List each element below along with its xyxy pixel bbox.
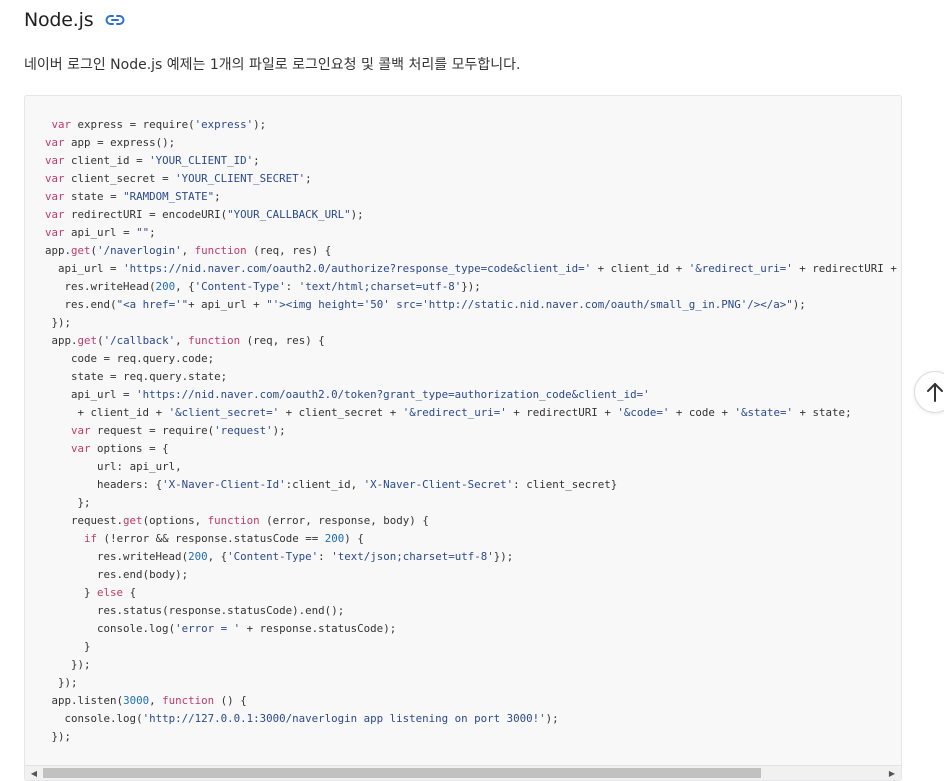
code-line: if (!error && response.statusCode == 200… (84, 532, 364, 545)
code-line: console.log('http://127.0.0.1:3000/naver… (64, 712, 559, 725)
code-line: res.end(body); (97, 568, 189, 581)
code-line: request.get(options, function (error, re… (71, 514, 429, 527)
code-line: console.log('error = ' + response.status… (97, 622, 397, 635)
code-viewport[interactable]: var express = require('express'); var app… (25, 96, 901, 766)
intro-text: 네이버 로그인 Node.js 예제는 1개의 파일로 로그인요청 및 콜백 처… (24, 57, 521, 73)
code-line: } (84, 640, 91, 653)
code-line: app.get('/callback', function (req, res)… (51, 334, 325, 347)
code-line: api_url = 'https://nid.naver.com/oauth2.… (71, 388, 650, 401)
code-line: + client_id + '&client_secret=' + client… (77, 406, 852, 419)
code-line: var app = express(); (45, 136, 176, 149)
code-line: state = req.query.state; (71, 370, 228, 383)
code-line: headers: {'X-Naver-Client-Id':client_id,… (97, 478, 618, 491)
code-line: var express = require('express'); (51, 118, 267, 131)
code-line: var request = require('request'); (71, 424, 286, 437)
code-line: app.listen(3000, function () { (51, 694, 247, 707)
code-line: res.status(response.statusCode).end(); (97, 604, 345, 617)
code-block: var express = require('express'); var app… (24, 95, 902, 781)
code-line: }; (77, 496, 91, 509)
code-line: }); (71, 658, 91, 671)
scroll-right-arrow-icon[interactable]: ▶ (885, 767, 899, 779)
code-line: var client_secret = 'YOUR_CLIENT_SECRET'… (45, 172, 312, 185)
code-line: url: api_url, (97, 460, 182, 473)
code-line: app.get('/naverlogin', function (req, re… (45, 244, 332, 257)
code-line: api_url = 'https://nid.naver.com/oauth2.… (58, 262, 897, 275)
code-line: var options = { (71, 442, 169, 455)
section-heading: Node.js (24, 6, 125, 34)
code-line: var state = "RAMDOM_STATE"; (45, 190, 221, 203)
link-icon[interactable] (105, 13, 125, 27)
code-line: res.end("<a href='"+ api_url + "'><img h… (64, 298, 806, 311)
scroll-to-top-button[interactable] (914, 371, 944, 413)
code-content: var express = require('express'); var app… (25, 96, 901, 746)
code-line: }); (58, 676, 78, 689)
code-line: var redirectURI = encodeURI("YOUR_CALLBA… (45, 208, 364, 221)
code-line: }); (51, 316, 72, 329)
code-line: var client_id = 'YOUR_CLIENT_ID'; (45, 154, 260, 167)
scroll-left-arrow-icon[interactable]: ◀ (27, 767, 41, 779)
code-line: }); (51, 730, 72, 743)
page-title: Node.js (24, 9, 94, 31)
scrollbar-thumb[interactable] (43, 768, 761, 778)
code-line: res.writeHead(200, {'Content-Type': 'tex… (97, 550, 514, 563)
code-line: var api_url = ""; (45, 226, 156, 239)
code-line: } else { (84, 586, 137, 599)
horizontal-scrollbar[interactable]: ◀ ▶ (25, 765, 901, 780)
code-line: res.writeHead(200, {'Content-Type': 'tex… (64, 280, 481, 293)
arrow-up-icon (925, 381, 944, 403)
code-line: code = req.query.code; (71, 352, 215, 365)
